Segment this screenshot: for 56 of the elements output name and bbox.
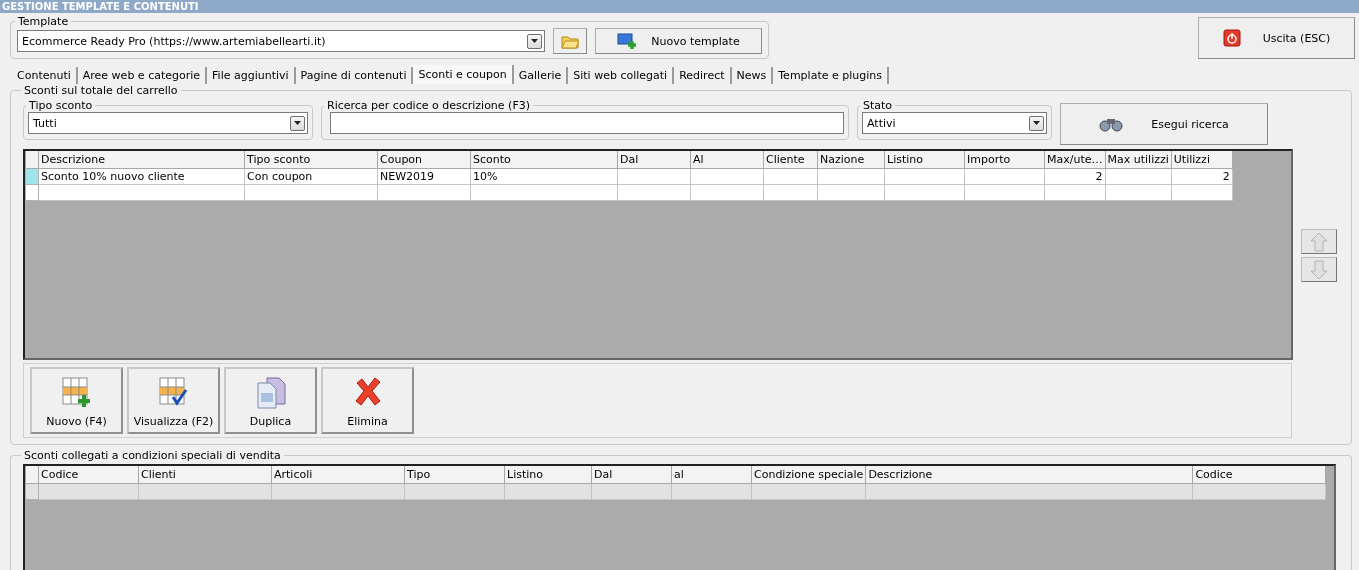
column-header[interactable]: Max/ute… — [1044, 151, 1105, 168]
arrow-up-icon — [1309, 231, 1329, 252]
action-button[interactable]: Duplica — [224, 367, 317, 434]
caret-icon — [294, 121, 301, 125]
action-button[interactable]: Visualizza (F2) — [127, 367, 220, 434]
move-up-button[interactable] — [1301, 229, 1337, 254]
folder-icon — [561, 33, 579, 49]
column-header[interactable]: Utilizzi — [1171, 151, 1233, 168]
exit-button[interactable]: Uscita (ESC) — [1198, 17, 1355, 59]
column-header[interactable]: Descrizione — [38, 151, 245, 168]
column-header[interactable]: Nazione — [817, 151, 885, 168]
dropdown[interactable]: Ecommerce Ready Pro (https://www.artemiabellearti.it) — [17, 30, 545, 52]
arrow-down-icon — [1309, 259, 1329, 280]
column-header[interactable]: Condizione speciale — [751, 466, 866, 483]
documents-icon — [255, 377, 286, 409]
action-button[interactable]: Elimina — [321, 367, 414, 434]
search-field[interactable] — [330, 112, 844, 134]
group-label: Template — [17, 15, 70, 28]
caret-icon — [1033, 121, 1040, 125]
window-title: GESTIONE TEMPLATE E CONTENUTI — [0, 0, 1359, 13]
power-icon — [1222, 29, 1241, 47]
column-header[interactable]: Dal — [591, 466, 672, 483]
dropdown[interactable]: Tutti — [28, 112, 308, 134]
folder-button[interactable] — [553, 28, 587, 54]
column-header[interactable]: Tipo — [404, 466, 505, 483]
binoculars-icon — [1099, 116, 1124, 132]
group-label: Sconti collegati a condizioni speciali di vendita — [23, 449, 282, 462]
group-label: Tipo sconto — [28, 99, 94, 112]
column-header[interactable]: Al — [690, 151, 764, 168]
column-header[interactable]: Codice — [1192, 466, 1326, 483]
column-header[interactable]: Cliente — [763, 151, 818, 168]
column-header[interactable]: Clienti — [138, 466, 272, 483]
move-down-button[interactable] — [1301, 257, 1337, 282]
tab[interactable]: Sconti e coupon — [413, 65, 514, 84]
group-label: Stato — [862, 99, 894, 112]
column-header[interactable]: Sconto — [470, 151, 618, 168]
column-header[interactable]: Listino — [504, 466, 592, 483]
action-button[interactable]: Nuovo (F4) — [30, 367, 123, 434]
column-header[interactable]: Articoli — [271, 466, 405, 483]
column-header[interactable]: al — [671, 466, 752, 483]
column-header[interactable]: Tipo sconto — [244, 151, 378, 168]
column-header[interactable]: Dal — [617, 151, 691, 168]
group-label: Sconti sul totale del carrello — [23, 84, 179, 97]
table-add-icon — [61, 377, 92, 409]
dropdown[interactable]: Attivi — [862, 112, 1047, 134]
new-template-button[interactable]: Nuovo template — [595, 28, 762, 54]
column-header[interactable]: Codice — [38, 466, 139, 483]
caret-icon — [531, 39, 538, 43]
column-header[interactable]: Listino — [884, 151, 965, 168]
monitor-add-icon — [617, 33, 638, 49]
column-header[interactable]: Descrizione — [865, 466, 1193, 483]
column-header[interactable]: Coupon — [377, 151, 471, 168]
column-header[interactable]: Max utilizzi — [1105, 151, 1172, 168]
search-button[interactable]: Esegui ricerca — [1060, 103, 1268, 145]
group-label: Ricerca per codice o descrizione (F3) — [326, 99, 532, 112]
column-header[interactable]: Importo — [964, 151, 1045, 168]
